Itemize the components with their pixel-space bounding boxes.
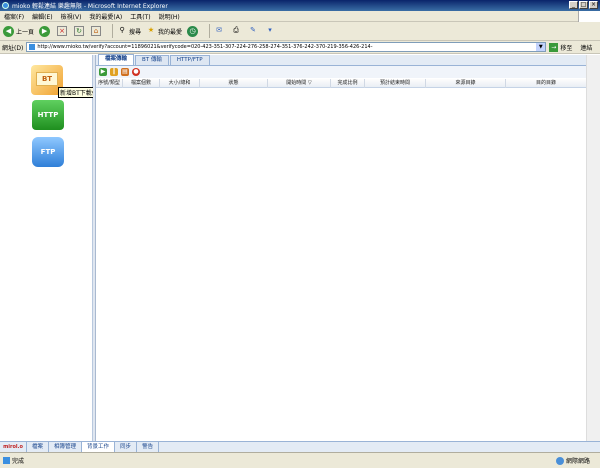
favorites-label: 我的最愛	[158, 28, 183, 36]
forward-button[interactable]: ▶	[39, 25, 52, 37]
delete-icon[interactable]: ●	[132, 68, 140, 76]
home-icon: ⌂	[91, 26, 102, 36]
window-controls: _ □ ×	[569, 1, 598, 9]
tab-bt-transfer[interactable]: BT 傳輸	[135, 55, 169, 65]
address-url: http://www.mioko.tw/verify?account=11896…	[37, 44, 373, 50]
brand-logo: mirol.o	[0, 441, 27, 453]
home-button[interactable]: ⌂	[91, 26, 103, 36]
col-status[interactable]: 狀態	[200, 79, 268, 88]
col-file-count[interactable]: 檔案個數	[123, 79, 160, 88]
globe-icon	[555, 456, 564, 465]
search-label: 搜尋	[129, 28, 142, 36]
status-bar: 完成 網際網路	[0, 452, 600, 468]
go-label: 移至	[560, 44, 573, 52]
address-label: 網址(D)	[2, 44, 24, 52]
bottom-tab-sync[interactable]: 同步	[115, 442, 138, 452]
search-icon: ⚲	[119, 26, 125, 34]
action-toolbar: ▶ ‖ ▤ ●	[96, 66, 586, 78]
go-button[interactable]: → 移至	[549, 42, 573, 52]
bottom-tab-alerts[interactable]: 警告	[137, 442, 160, 452]
stop-icon: ×	[57, 26, 68, 36]
bottom-tab-files[interactable]: 檔案	[27, 442, 50, 452]
maximize-button[interactable]: □	[579, 1, 588, 9]
bottom-tab-album[interactable]: 相簿管理	[49, 442, 83, 452]
menu-view[interactable]: 檢視(V)	[61, 12, 82, 21]
menu-edit[interactable]: 編輯(E)	[32, 12, 52, 21]
back-button[interactable]: ◀ 上一頁	[3, 25, 35, 37]
toolbar-separator	[209, 24, 211, 38]
bottom-tabbar: mirol.o 檔案 相簿管理 背景工作 同步 警告	[0, 441, 600, 453]
status-done: 完成	[3, 456, 24, 465]
minimize-button[interactable]: _	[569, 1, 578, 9]
stop-button[interactable]: ×	[57, 26, 69, 36]
menu-tools[interactable]: 工具(T)	[130, 12, 150, 21]
toolbar-separator	[112, 24, 114, 38]
search-button[interactable]: ⚲ 搜尋	[117, 26, 141, 36]
ie-icon	[2, 2, 9, 9]
menu-help[interactable]: 說明(H)	[159, 12, 180, 21]
go-arrow-icon: →	[549, 42, 559, 52]
address-input[interactable]: http://www.mioko.tw/verify?account=11896…	[26, 42, 547, 52]
dropdown-icon: ▾	[268, 26, 272, 34]
col-start-time[interactable]: 開始時間 ▽	[268, 79, 331, 88]
messenger-button[interactable]: ▾	[265, 26, 277, 36]
folder-icon[interactable]: ▤	[121, 68, 129, 76]
refresh-button[interactable]: ↻	[74, 26, 86, 36]
transfer-list[interactable]	[96, 88, 586, 441]
refresh-icon: ↻	[74, 26, 85, 36]
print-button[interactable]: ⎙	[231, 26, 243, 36]
menu-favorites[interactable]: 我的最愛(A)	[89, 12, 122, 21]
tab-http-ftp[interactable]: HTTP/FTP	[169, 55, 210, 65]
transfer-tabs: 檔案傳輸 BT 傳輸 HTTP/FTP	[96, 54, 586, 66]
menu-file[interactable]: 檔案(F)	[4, 12, 24, 21]
window-title: mioko 輕鬆連結 樂趣無限 - Microsoft Internet Exp…	[12, 3, 168, 10]
edit-icon: ✎	[250, 26, 256, 34]
window-titlebar: mioko 輕鬆連結 樂趣無限 - Microsoft Internet Exp…	[0, 0, 600, 11]
table-header: 序號/類型 檔案個數 大小/總和 狀態 開始時間 ▽ 完成比例 預計結束時間 來…	[96, 79, 586, 88]
back-label: 上一頁	[16, 28, 35, 36]
edit-button[interactable]: ✎	[248, 26, 260, 36]
back-arrow-icon: ◀	[3, 25, 14, 37]
menu-bar: 檔案(F) 編輯(E) 檢視(V) 我的最愛(A) 工具(T) 說明(H)	[0, 11, 600, 22]
windows-logo-icon	[578, 11, 600, 22]
page-scrollbar[interactable]	[586, 55, 600, 441]
bt-envelope-icon: BT	[36, 72, 58, 86]
col-type[interactable]: 序號/類型	[96, 79, 123, 88]
col-eta[interactable]: 預計結束時間	[365, 79, 426, 88]
col-source-dir[interactable]: 來源目錄	[426, 79, 506, 88]
main-panel: 檔案傳輸 BT 傳輸 HTTP/FTP ▶ ‖ ▤ ● 序號/類型 檔案個數 大…	[96, 54, 586, 441]
history-button[interactable]: ◷	[187, 25, 200, 37]
start-icon[interactable]: ▶	[99, 68, 107, 76]
page-icon	[29, 44, 36, 50]
col-dest-dir[interactable]: 目的目錄	[506, 79, 586, 88]
address-dropdown-icon[interactable]: ▼	[536, 43, 546, 51]
mail-button[interactable]: ✉	[214, 26, 226, 36]
history-icon: ◷	[187, 25, 199, 37]
forward-arrow-icon: ▶	[39, 25, 51, 37]
tab-file-transfer[interactable]: 檔案傳輸	[98, 54, 135, 65]
pause-icon[interactable]: ‖	[110, 68, 118, 76]
ie-toolbar: ◀ 上一頁 ▶ × ↻ ⌂ ⚲ 搜尋 ★ 我的最愛 ◷ ✉ ⎙ ✎ ▾	[0, 22, 600, 41]
address-bar: 網址(D) http://www.mioko.tw/verify?account…	[0, 41, 600, 54]
status-text: 完成	[12, 458, 25, 465]
mail-icon: ✉	[216, 26, 222, 34]
sidebar: BT 新增BT下載任務 HTTP FTP	[0, 55, 106, 441]
bottom-tab-background-jobs[interactable]: 背景工作	[82, 442, 116, 452]
favorites-button[interactable]: ★ 我的最愛	[146, 26, 182, 36]
zone-text: 網際網路	[565, 458, 590, 465]
security-zone: 網際網路	[555, 456, 590, 465]
col-progress[interactable]: 完成比例	[331, 79, 365, 88]
ftp-task-button[interactable]: FTP	[32, 137, 64, 167]
page-done-icon	[3, 457, 10, 464]
close-button[interactable]: ×	[589, 1, 598, 9]
print-icon: ⎙	[233, 26, 239, 34]
links-button[interactable]: 連結	[580, 43, 592, 52]
http-task-button[interactable]: HTTP	[32, 100, 64, 130]
col-size[interactable]: 大小/總和	[160, 79, 200, 88]
star-icon: ★	[147, 26, 155, 34]
